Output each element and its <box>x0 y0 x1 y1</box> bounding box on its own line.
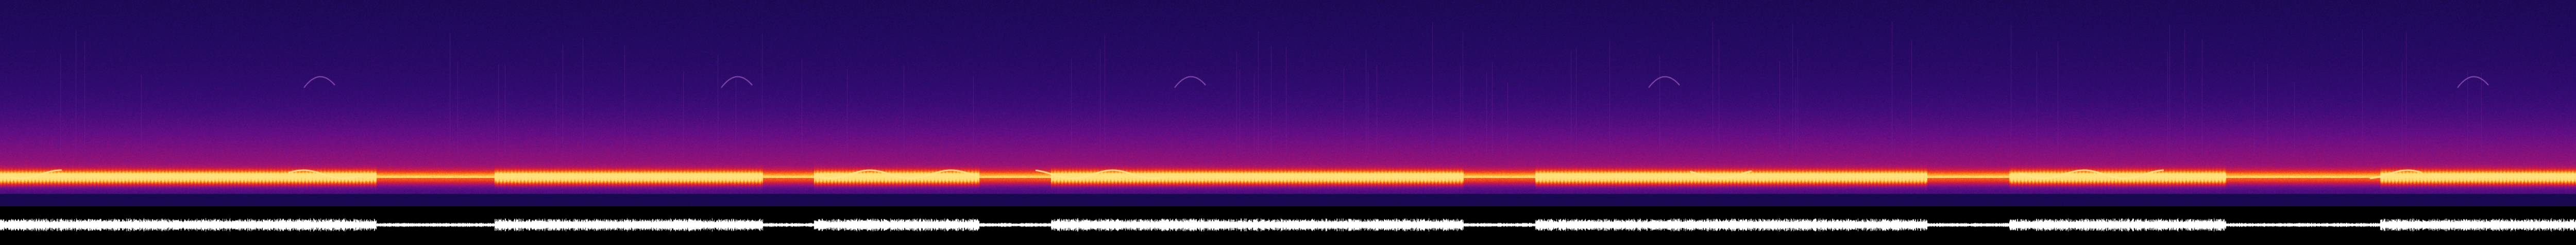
spectrogram-view <box>0 0 2576 245</box>
waveform-canvas <box>0 206 2576 245</box>
spectrogram-canvas <box>0 0 2576 206</box>
